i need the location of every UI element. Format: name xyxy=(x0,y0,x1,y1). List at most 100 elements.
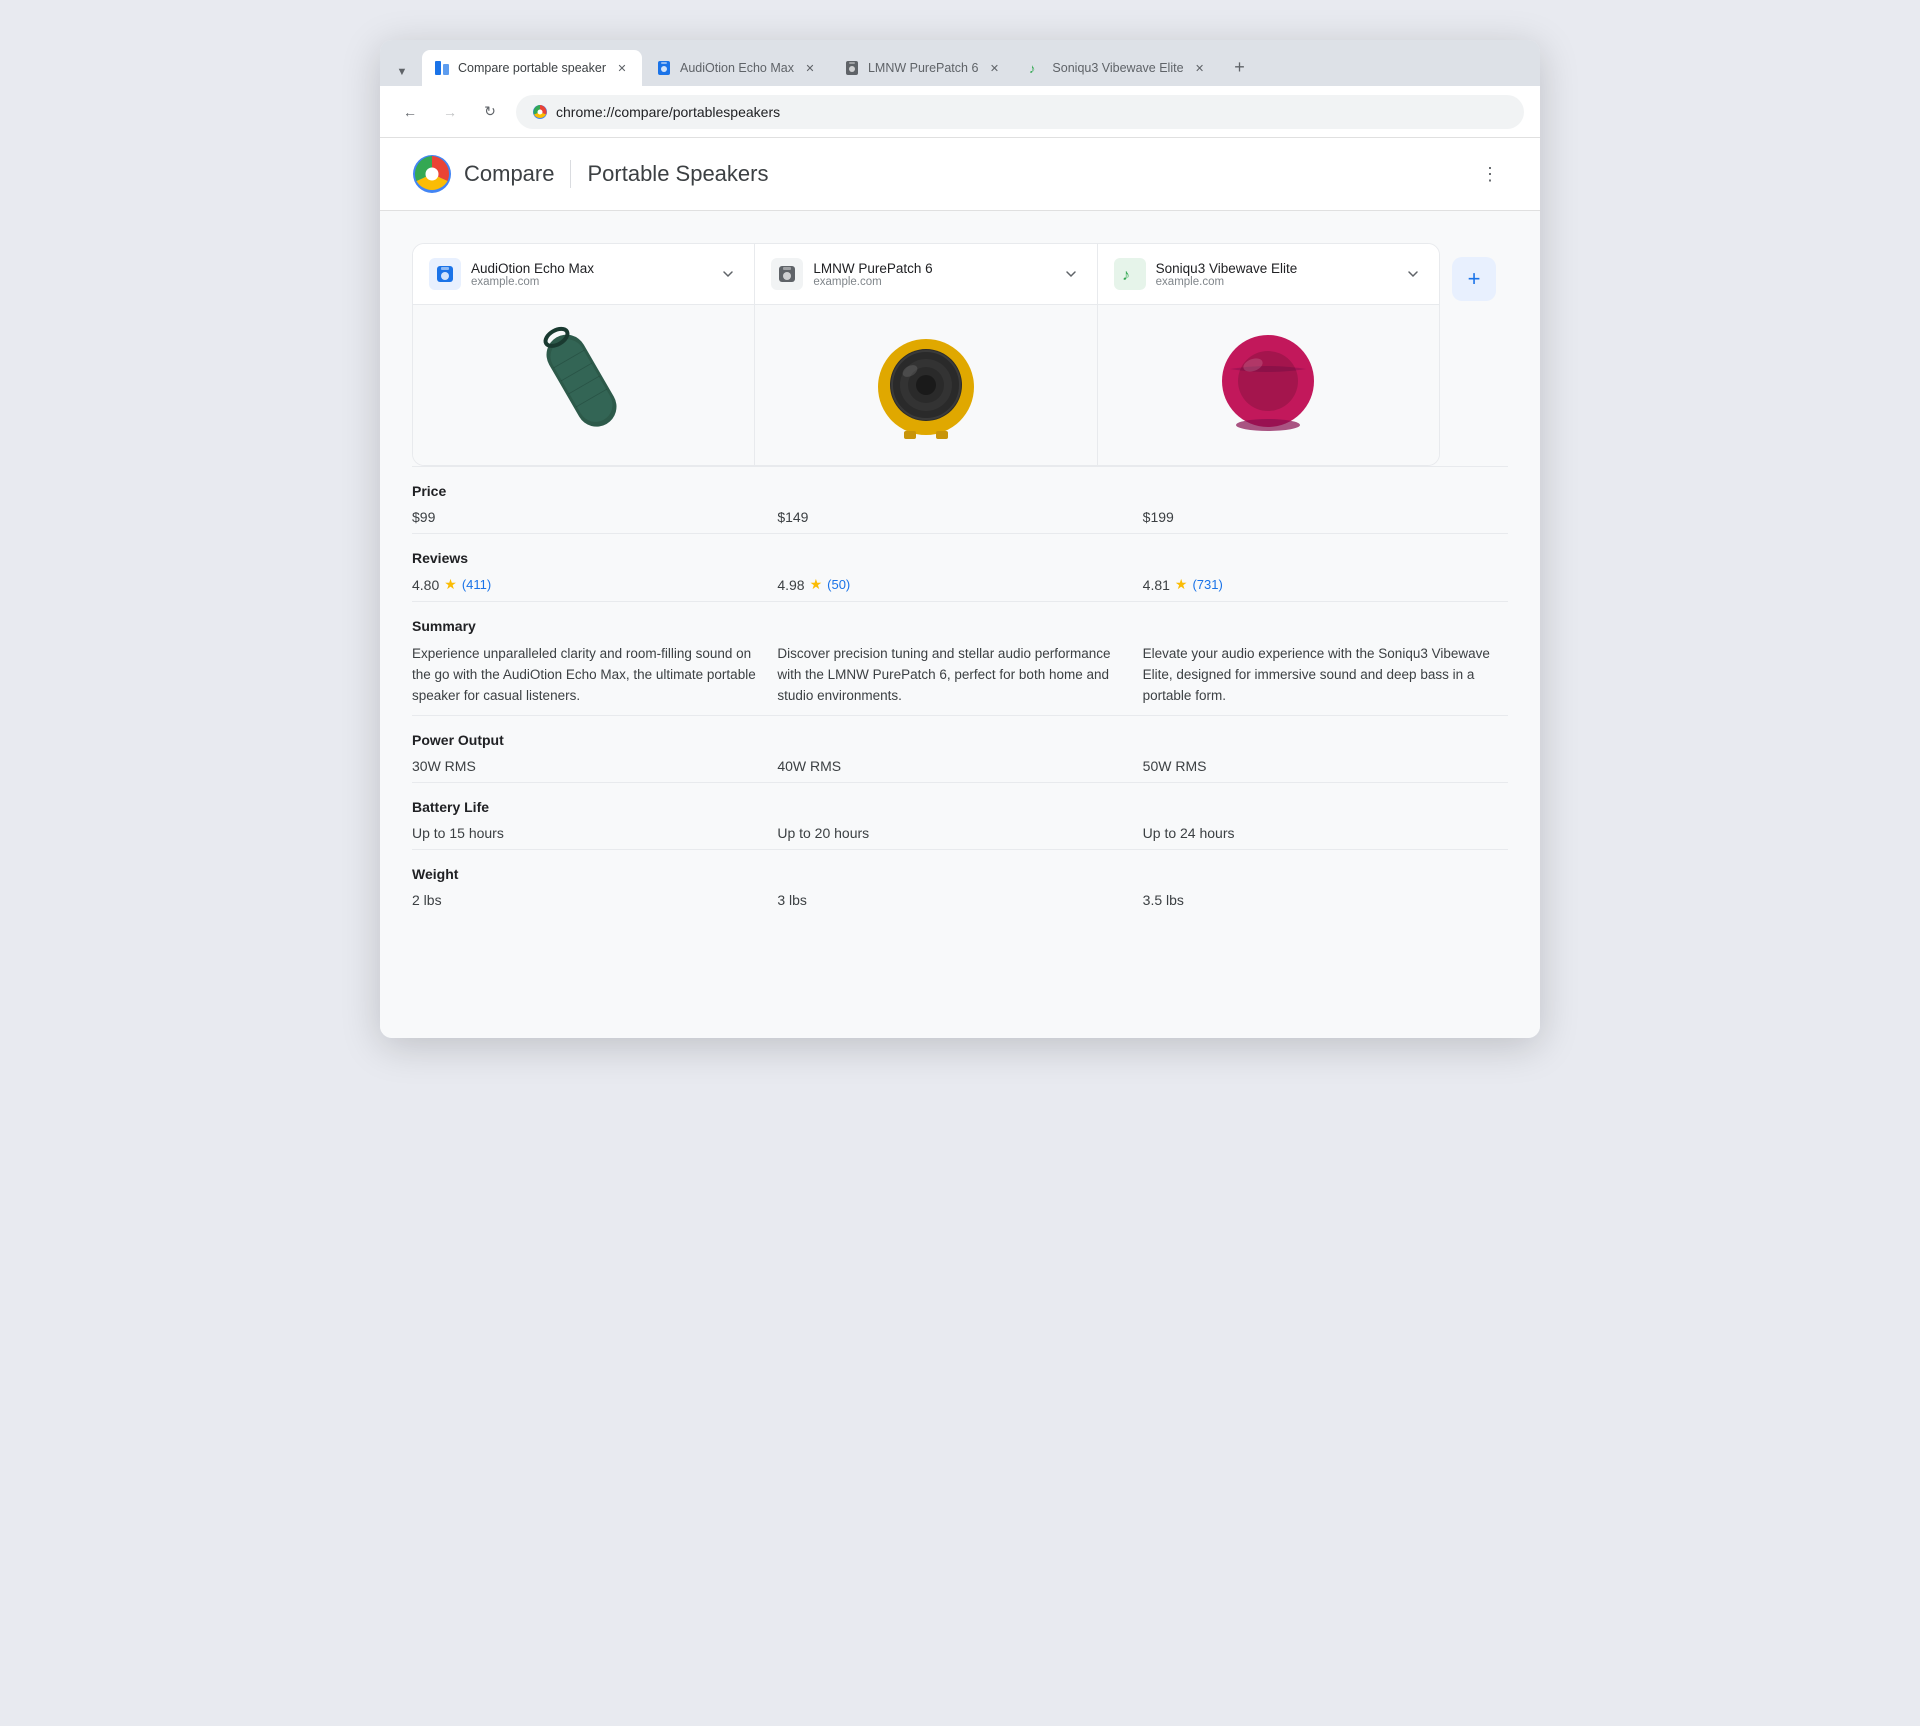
tab-compare[interactable]: Compare portable speaker ✕ xyxy=(422,50,642,86)
product-info-1: AudiOtion Echo Max example.com xyxy=(471,261,708,288)
product-header-2: LMNW PurePatch 6 example.com xyxy=(755,244,1096,305)
chrome-icon-small xyxy=(532,104,548,120)
power-value-3: 50W RMS xyxy=(1143,758,1508,774)
new-tab-button[interactable]: + xyxy=(1226,53,1254,81)
battery-values: Up to 15 hours Up to 20 hours Up to 24 h… xyxy=(412,825,1508,841)
reviews-value-1: 4.80 ★ (411) xyxy=(412,576,777,593)
compare-content: AudiOtion Echo Max example.com xyxy=(380,211,1540,948)
summary-value-3: Elevate your audio experience with the S… xyxy=(1143,644,1508,707)
review-row-2: 4.98 ★ (50) xyxy=(777,576,1130,593)
tab-audio-close[interactable]: ✕ xyxy=(802,60,818,76)
summary-label: Summary xyxy=(412,618,1508,634)
review-row-3: 4.81 ★ (731) xyxy=(1143,576,1496,593)
price-label: Price xyxy=(412,483,1508,499)
svg-text:♪: ♪ xyxy=(1029,61,1036,76)
tab-soniqu-icon: ♪ xyxy=(1028,60,1044,76)
compare-row-summary: Summary Experience unparalleled clarity … xyxy=(412,601,1508,715)
header-divider xyxy=(570,160,571,188)
tab-lmnw-icon xyxy=(844,60,860,76)
review-count-1[interactable]: (411) xyxy=(462,577,491,592)
price-value-2: $149 xyxy=(777,509,1142,525)
compare-row-price: Price $99 $149 $199 xyxy=(412,466,1508,533)
forward-button[interactable]: → xyxy=(436,98,464,126)
speaker-image-1 xyxy=(539,320,629,450)
address-bar: ← → ↻ chrome://compare/portablespeakers xyxy=(380,86,1540,138)
product-card-3: ♪ Soniqu3 Vibewave Elite example.com xyxy=(1098,244,1439,465)
product-card-2: LMNW PurePatch 6 example.com xyxy=(755,244,1097,465)
browser-window: ▼ Compare portable speaker ✕ Au xyxy=(380,40,1540,1038)
tab-compare-label: Compare portable speaker xyxy=(458,61,606,75)
product-name-3: Soniqu3 Vibewave Elite xyxy=(1156,261,1393,276)
product-image-1 xyxy=(413,305,754,465)
reviews-value-3: 4.81 ★ (731) xyxy=(1143,576,1508,593)
product-card-1: AudiOtion Echo Max example.com xyxy=(413,244,755,465)
product-dropdown-3[interactable] xyxy=(1403,264,1423,284)
reload-button[interactable]: ↻ xyxy=(476,98,504,126)
reviews-label: Reviews xyxy=(412,550,1508,566)
power-value-2: 40W RMS xyxy=(777,758,1142,774)
compare-row-weight: Weight 2 lbs 3 lbs 3.5 lbs xyxy=(412,849,1508,916)
url-bar[interactable]: chrome://compare/portablespeakers xyxy=(516,95,1524,129)
weight-value-1: 2 lbs xyxy=(412,892,777,908)
tab-audio-label: AudiOtion Echo Max xyxy=(680,61,794,75)
tab-list-btn[interactable]: ▼ xyxy=(388,58,416,86)
battery-value-1: Up to 15 hours xyxy=(412,825,777,841)
compare-section: Price $99 $149 $199 Reviews 4.80 xyxy=(412,466,1508,916)
tab-audio[interactable]: AudiOtion Echo Max ✕ xyxy=(644,50,830,86)
page-header-left: Compare Portable Speakers xyxy=(412,154,768,194)
price-values: $99 $149 $199 xyxy=(412,509,1508,525)
add-product-button[interactable]: + xyxy=(1452,257,1496,301)
review-score-2: 4.98 xyxy=(777,577,804,593)
svg-text:♪: ♪ xyxy=(1122,267,1130,284)
summary-value-1: Experience unparalleled clarity and room… xyxy=(412,644,777,707)
review-count-3[interactable]: (731) xyxy=(1192,577,1222,592)
tab-soniqu-close[interactable]: ✕ xyxy=(1192,60,1208,76)
tab-lmnw-close[interactable]: ✕ xyxy=(986,60,1002,76)
product-dropdown-1[interactable] xyxy=(718,264,738,284)
product-domain-2: example.com xyxy=(813,276,1050,288)
tab-compare-close[interactable]: ✕ xyxy=(614,60,630,76)
tab-soniqu-label: Soniqu3 Vibewave Elite xyxy=(1052,61,1183,75)
battery-value-2: Up to 20 hours xyxy=(777,825,1142,841)
product-info-2: LMNW PurePatch 6 example.com xyxy=(813,261,1050,288)
tab-lmnw[interactable]: LMNW PurePatch 6 ✕ xyxy=(832,50,1014,86)
tab-bar-controls: ▼ xyxy=(388,58,416,86)
tab-lmnw-label: LMNW PurePatch 6 xyxy=(868,61,978,75)
compare-row-power: Power Output 30W RMS 40W RMS 50W RMS xyxy=(412,715,1508,782)
review-count-2[interactable]: (50) xyxy=(827,577,850,592)
back-button[interactable]: ← xyxy=(396,98,424,126)
header-compare-label: Compare xyxy=(464,161,554,187)
product-image-2 xyxy=(755,305,1096,465)
reviews-values: 4.80 ★ (411) 4.98 ★ (50) xyxy=(412,576,1508,593)
product-domain-1: example.com xyxy=(471,276,708,288)
battery-value-3: Up to 24 hours xyxy=(1143,825,1508,841)
product-dropdown-2[interactable] xyxy=(1061,264,1081,284)
weight-label: Weight xyxy=(412,866,1508,882)
product-domain-3: example.com xyxy=(1156,276,1393,288)
power-label: Power Output xyxy=(412,732,1508,748)
price-value-1: $99 xyxy=(412,509,777,525)
product-name-2: LMNW PurePatch 6 xyxy=(813,261,1050,276)
tab-soniqu[interactable]: ♪ Soniqu3 Vibewave Elite ✕ xyxy=(1016,50,1219,86)
review-row-1: 4.80 ★ (411) xyxy=(412,576,765,593)
battery-label: Battery Life xyxy=(412,799,1508,815)
weight-values: 2 lbs 3 lbs 3.5 lbs xyxy=(412,892,1508,908)
header-menu-button[interactable]: ⋮ xyxy=(1472,156,1508,192)
url-text[interactable]: chrome://compare/portablespeakers xyxy=(556,104,1508,120)
page-title: Portable Speakers xyxy=(587,161,768,187)
tab-bar: ▼ Compare portable speaker ✕ Au xyxy=(380,40,1540,86)
compare-row-reviews: Reviews 4.80 ★ (411) 4.98 xyxy=(412,533,1508,601)
review-score-3: 4.81 xyxy=(1143,577,1170,593)
product-header-1: AudiOtion Echo Max example.com xyxy=(413,244,754,305)
page-content: Compare Portable Speakers ⋮ xyxy=(380,138,1540,1038)
product-icon-2 xyxy=(771,258,803,290)
products-row: AudiOtion Echo Max example.com xyxy=(412,243,1440,466)
product-image-3 xyxy=(1098,305,1439,465)
speaker-image-3 xyxy=(1208,325,1328,445)
star-icon-1: ★ xyxy=(444,576,457,593)
summary-values: Experience unparalleled clarity and room… xyxy=(412,644,1508,707)
product-icon-1 xyxy=(429,258,461,290)
product-name-1: AudiOtion Echo Max xyxy=(471,261,708,276)
weight-value-3: 3.5 lbs xyxy=(1143,892,1508,908)
power-value-1: 30W RMS xyxy=(412,758,777,774)
